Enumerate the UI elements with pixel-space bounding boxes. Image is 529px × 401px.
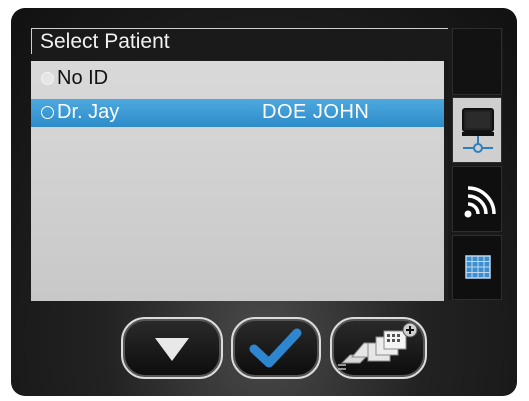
header-divider-left bbox=[31, 28, 32, 54]
confirm-button[interactable] bbox=[231, 317, 321, 379]
add-images-button[interactable] bbox=[330, 317, 427, 379]
page-title: Select Patient bbox=[40, 30, 170, 53]
tab-grid[interactable] bbox=[452, 235, 502, 300]
patient-id: No ID bbox=[57, 67, 109, 89]
radio-button[interactable] bbox=[41, 72, 54, 85]
header-divider bbox=[31, 28, 451, 29]
side-tab-bar bbox=[448, 28, 503, 300]
grid-icon bbox=[465, 255, 491, 279]
down-arrow-icon bbox=[155, 338, 189, 361]
patient-row-no-id[interactable]: No ID bbox=[31, 65, 444, 93]
wireless-icon bbox=[464, 186, 496, 218]
patient-list: No ID Dr. Jay DOE JOHN bbox=[31, 61, 444, 301]
add-multiple-images-icon bbox=[338, 322, 418, 370]
checkmark-icon bbox=[249, 328, 302, 368]
patient-name: DOE JOHN bbox=[262, 101, 370, 123]
radio-button[interactable] bbox=[41, 106, 54, 119]
side-tab-empty bbox=[452, 28, 502, 95]
down-button[interactable] bbox=[121, 317, 223, 379]
tab-wireless[interactable] bbox=[452, 166, 502, 232]
tab-display-network[interactable] bbox=[452, 97, 502, 163]
patient-row-selected[interactable]: Dr. Jay DOE JOHN bbox=[31, 99, 444, 127]
patient-id: Dr. Jay bbox=[57, 101, 120, 123]
display-network-icon bbox=[462, 108, 494, 153]
